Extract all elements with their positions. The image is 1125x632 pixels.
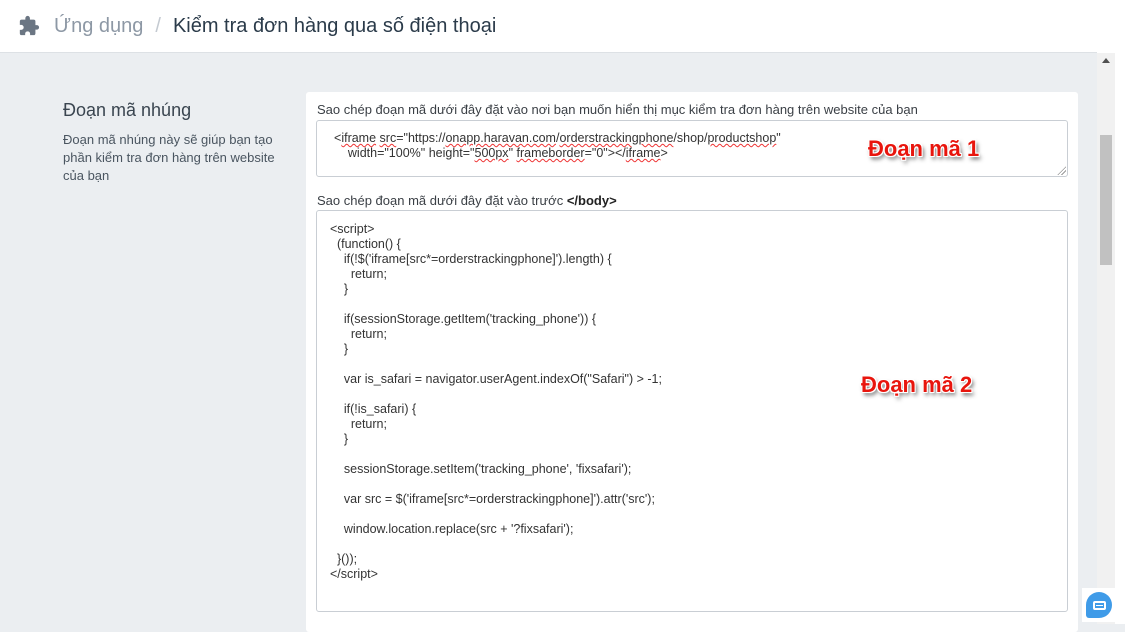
snippet2-textarea[interactable]: <script> (function() { if(!$('iframe[src… xyxy=(316,210,1068,612)
breadcrumb-apps[interactable]: Ứng dụng xyxy=(54,15,143,38)
header: Ứng dụng / Kiểm tra đơn hàng qua số điện… xyxy=(0,0,1097,53)
puzzle-icon xyxy=(19,15,40,36)
section-description: Đoạn mã nhúng này sẽ giúp bạn tạo phần k… xyxy=(63,132,275,183)
scroll-up-arrow-icon[interactable] xyxy=(1102,58,1110,63)
code-line-2: width="100%" height="500px" frameborder=… xyxy=(334,146,668,160)
section-title: Đoạn mã nhúng xyxy=(63,100,192,120)
chat-button[interactable] xyxy=(1082,588,1116,622)
scrollbar-thumb[interactable] xyxy=(1100,135,1112,265)
page-title: Kiểm tra đơn hàng qua số điện thoại xyxy=(172,14,497,37)
annotation-snippet-2: Đoạn mã 2 xyxy=(861,372,973,397)
snippet1-label: Sao chép đoạn mã dưới đây đặt vào nơi bạ… xyxy=(317,102,918,117)
breadcrumb-separator: / xyxy=(155,14,161,37)
code-line-1: <iframe src="https://onapp.haravan.com/o… xyxy=(334,131,781,145)
snippet2-label-text: Sao chép đoạn mã dưới đây đặt vào trước xyxy=(317,193,567,208)
resize-handle[interactable] xyxy=(1057,166,1066,175)
scrollbar[interactable] xyxy=(1097,53,1115,624)
annotation-snippet-1: Đoạn mã 1 xyxy=(868,136,980,161)
snippet2-label: Sao chép đoạn mã dưới đây đặt vào trước … xyxy=(317,193,617,208)
embed-code-card: Sao chép đoạn mã dưới đây đặt vào nơi bạ… xyxy=(306,92,1078,632)
right-strip xyxy=(1115,53,1125,624)
chat-icon xyxy=(1092,600,1106,610)
chat-bubble xyxy=(1086,592,1112,618)
top-strip xyxy=(1097,0,1125,53)
snippet2-label-tag: </body> xyxy=(566,193,617,208)
